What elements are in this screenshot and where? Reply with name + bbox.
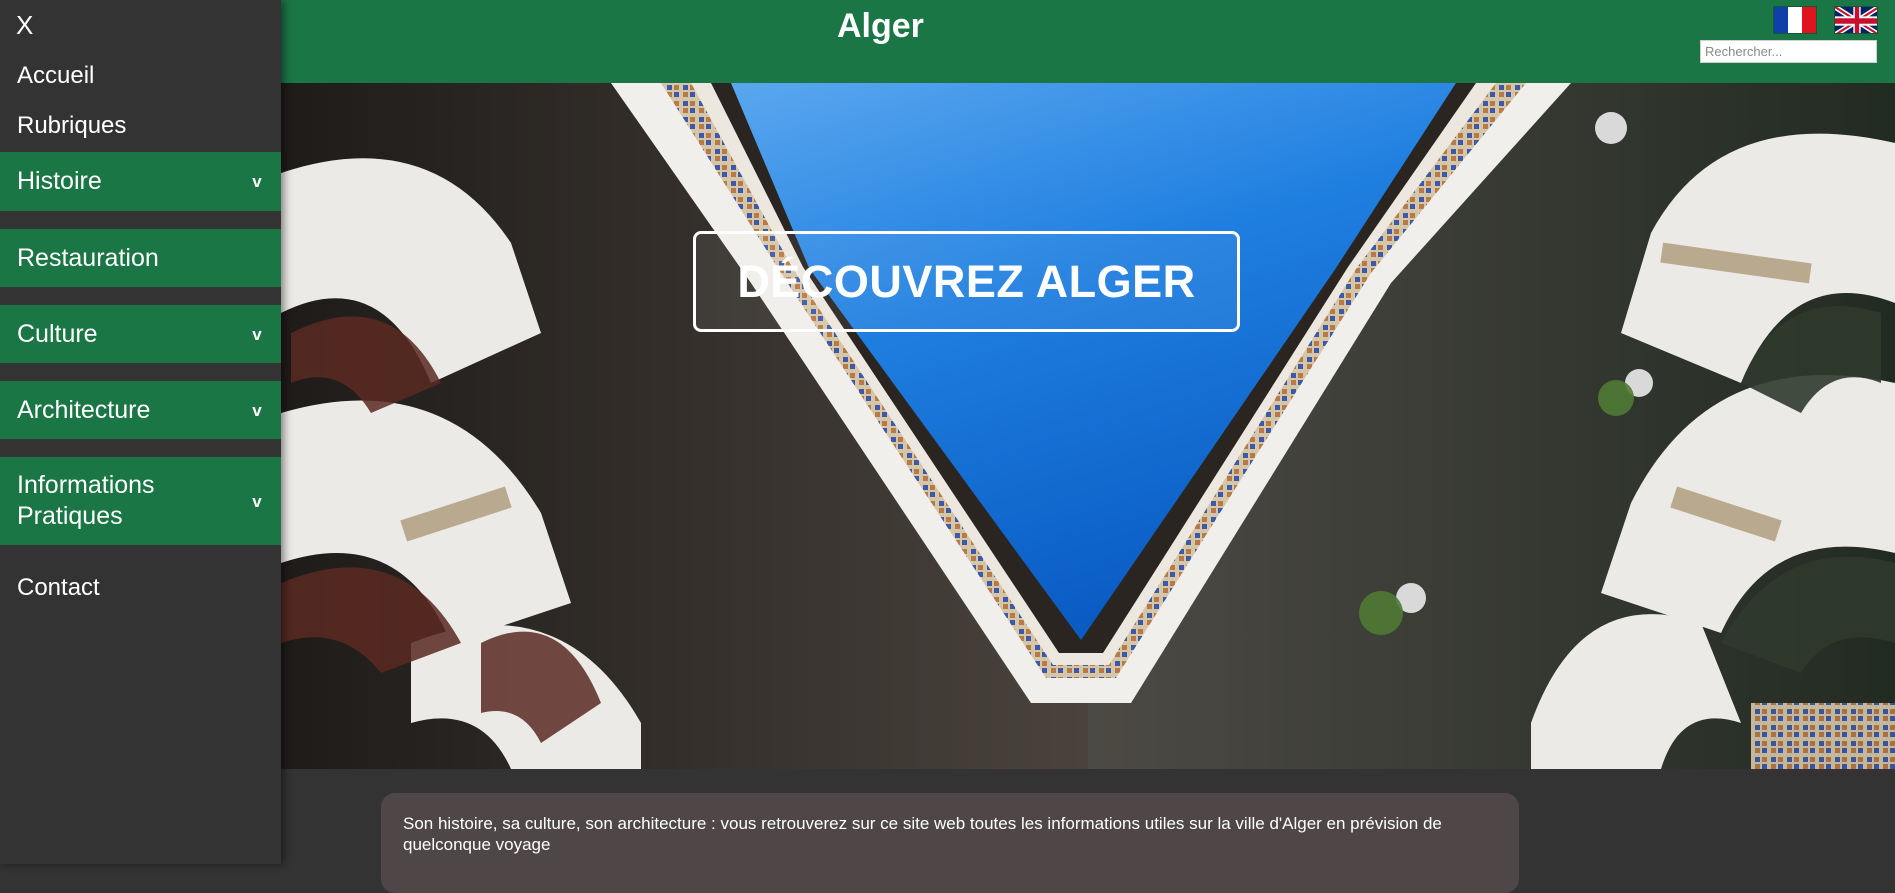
flag-fr-icon[interactable]: [1773, 6, 1817, 34]
sidebar-item-accueil[interactable]: Accueil: [17, 62, 94, 90]
site-header: Alger: [281, 0, 1895, 83]
search-input[interactable]: [1700, 40, 1877, 63]
chevron-down-icon[interactable]: v: [241, 319, 281, 350]
sidebar-item-label: Histoire: [17, 167, 102, 195]
chevron-down-icon[interactable]: v: [241, 166, 281, 197]
sidebar-item-label: Restauration: [17, 243, 159, 272]
hero-banner: DÉCOUVREZ ALGER: [281, 83, 1895, 769]
intro-card: Son histoire, sa culture, son architectu…: [381, 793, 1519, 893]
close-menu-button[interactable]: X: [16, 10, 33, 40]
intro-text: Son histoire, sa culture, son architectu…: [403, 814, 1442, 854]
sidebar-item-histoire[interactable]: Histoire v: [0, 152, 281, 211]
sidebar-item-rubriques[interactable]: Rubriques: [17, 112, 126, 140]
site-title: Alger: [837, 7, 924, 45]
sidebar-item-restauration[interactable]: Restauration: [0, 229, 281, 287]
courtyard-sky-photo: [281, 83, 1895, 769]
discover-alger-button[interactable]: DÉCOUVREZ ALGER: [693, 231, 1240, 332]
chevron-down-icon[interactable]: v: [241, 486, 281, 517]
sidebar-item-architecture[interactable]: Architecture v: [0, 381, 281, 439]
sidebar-item-label: Culture: [17, 319, 98, 348]
flag-uk-icon[interactable]: [1834, 6, 1878, 34]
sidebar-item-contact[interactable]: Contact: [17, 574, 100, 602]
sidebar-item-culture[interactable]: Culture v: [0, 305, 281, 363]
sidebar-item-label: Informations Pratiques: [17, 471, 155, 530]
sidebar-nav: X Accueil Rubriques Histoire v Restaurat…: [0, 0, 281, 864]
sidebar-item-label: Architecture: [17, 395, 151, 424]
chevron-down-icon[interactable]: v: [241, 395, 281, 426]
sidebar-item-informations-pratiques[interactable]: Informations Pratiques v: [0, 457, 281, 545]
